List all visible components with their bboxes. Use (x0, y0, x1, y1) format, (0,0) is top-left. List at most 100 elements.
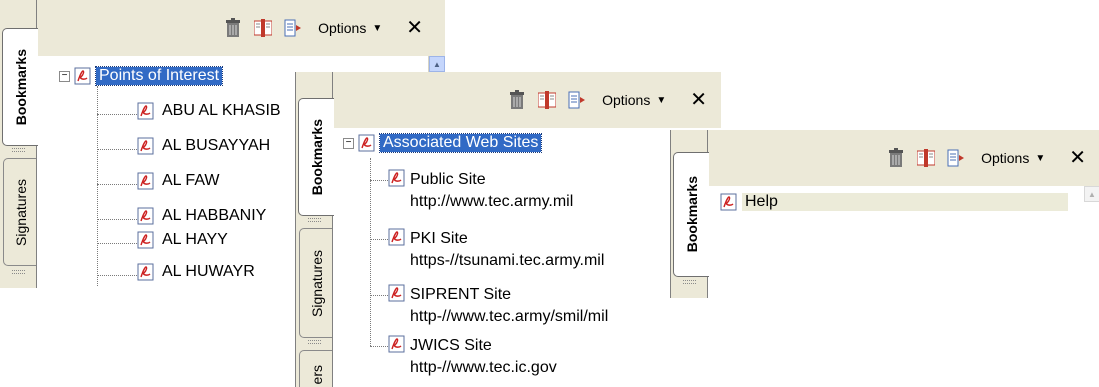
bookmark-item[interactable]: AL HAYY (137, 231, 231, 249)
chevron-down-icon: ▼ (656, 94, 667, 106)
tab-grip[interactable] (308, 218, 321, 222)
bookmark-item[interactable]: JWICS Site http-//www.tec.ic.gov (388, 335, 557, 379)
tab-bookmarks[interactable]: Bookmarks (673, 152, 709, 277)
trash-icon[interactable] (887, 148, 905, 168)
options-menu[interactable]: Options ▼ (602, 92, 666, 108)
tree-line (97, 149, 137, 150)
pdf-bookmark-icon (388, 335, 405, 353)
tab-layers[interactable]: ers (299, 350, 333, 387)
pdf-bookmark-icon (74, 67, 91, 85)
bookmark-goto-icon[interactable] (568, 90, 586, 110)
bookmark-item-label: AL HABBANIY (162, 207, 267, 224)
side-tab-strip: Bookmarks Signatures ers (296, 72, 334, 387)
panel-toolbar: Options ▼ ✕ (37, 0, 445, 56)
expander-minus-icon[interactable]: − (343, 137, 354, 149)
pdf-bookmark-icon (137, 102, 154, 120)
bookmark-item[interactable]: Help (720, 193, 1068, 211)
tab-grip[interactable] (683, 280, 696, 284)
tree-line (370, 346, 388, 347)
tab-bookmarks[interactable]: Bookmarks (298, 98, 334, 216)
pdf-bookmark-icon (137, 172, 154, 190)
tab-grip[interactable] (12, 270, 25, 274)
bookmark-item-title: PKI Site (410, 230, 468, 247)
close-icon[interactable]: ✕ (406, 18, 423, 38)
bookmark-item-label: ABU AL KHASIB (162, 102, 281, 119)
tab-bookmarks-label: Bookmarks (12, 48, 29, 126)
bookmark-item[interactable]: AL HABBANIY (137, 207, 269, 225)
tree-line (97, 243, 137, 244)
options-label: Options (981, 150, 1030, 166)
pdf-bookmark-icon (137, 263, 154, 281)
bookmark-root-label: Associated Web Sites (378, 133, 543, 153)
bookmark-item-url: http-//www.tec.army/smil/mil (410, 308, 609, 325)
bookmarks-panel-3: Bookmarks Options ▼ ✕ Help ▲ (670, 130, 1099, 298)
bookmark-tree: Help ▲ (708, 186, 1099, 298)
trash-icon[interactable] (508, 90, 526, 110)
tab-grip[interactable] (308, 340, 321, 344)
bookmark-goto-icon[interactable] (284, 18, 302, 38)
tree-line (97, 275, 137, 276)
vertical-scrollbar[interactable]: ▲ (1084, 186, 1099, 298)
tab-bookmarks-label: Bookmarks (683, 176, 700, 253)
tab-bookmarks[interactable]: Bookmarks (2, 28, 38, 146)
chevron-down-icon: ▼ (1035, 152, 1046, 164)
bookmark-goto-icon[interactable] (947, 148, 965, 168)
options-menu[interactable]: Options ▼ (318, 20, 382, 36)
tab-grip[interactable] (12, 148, 25, 152)
bookmarks-panel-2: Bookmarks Signatures ers Options ▼ ✕ − A… (295, 72, 721, 387)
pdf-bookmark-icon (358, 134, 375, 152)
bookmark-item-title: Public Site (410, 171, 486, 188)
bookmark-item[interactable]: PKI Site https-//tsunami.tec.army.mil (388, 228, 604, 272)
close-icon[interactable]: ✕ (690, 90, 707, 110)
bookmark-item[interactable]: ABU AL KHASIB (137, 102, 284, 120)
tab-signatures-label: Signatures (308, 249, 325, 317)
expander-minus-icon[interactable]: − (59, 70, 70, 82)
bookmark-item-url: http://www.tec.army.mil (410, 193, 574, 210)
bookmark-expand-icon[interactable] (917, 148, 936, 168)
scroll-up-icon[interactable]: ▲ (429, 56, 445, 72)
tab-bookmarks-label: Bookmarks (308, 118, 325, 196)
bookmark-expand-icon[interactable] (254, 18, 273, 38)
options-label: Options (318, 20, 367, 36)
bookmark-root-label: Points of Interest (94, 66, 224, 86)
tree-line (370, 295, 388, 296)
trash-icon[interactable] (224, 18, 242, 38)
tree-line (97, 219, 137, 220)
bookmark-item-label: AL FAW (162, 172, 220, 189)
panel-toolbar: Options ▼ ✕ (333, 72, 721, 128)
pdf-bookmark-icon (137, 207, 154, 225)
bookmark-item[interactable]: SIPRENT Site http-//www.tec.army/smil/mi… (388, 284, 608, 328)
panel-toolbar: Options ▼ ✕ (708, 130, 1099, 186)
bookmark-item-title: SIPRENT Site (410, 286, 512, 303)
side-tab-strip: Bookmarks (671, 130, 709, 298)
bookmark-item[interactable]: AL BUSAYYAH (137, 137, 273, 155)
tab-signatures[interactable]: Signatures (299, 228, 333, 338)
options-label: Options (602, 92, 651, 108)
bookmark-root[interactable]: − Points of Interest (59, 66, 224, 86)
bookmark-item-label: AL BUSAYYAH (162, 137, 271, 154)
pdf-bookmark-icon (720, 193, 737, 211)
bookmark-item-label: AL HUWAYR (162, 263, 255, 280)
tree-line (370, 180, 388, 181)
tree-line (370, 158, 371, 346)
pdf-bookmark-icon (137, 137, 154, 155)
pdf-bookmark-icon (388, 284, 405, 302)
scroll-up-icon[interactable]: ▲ (1084, 186, 1099, 202)
bookmark-item-label: AL HAYY (162, 231, 228, 248)
chevron-down-icon: ▼ (372, 22, 383, 34)
pdf-bookmark-icon (137, 231, 154, 249)
tree-line (97, 184, 137, 185)
tab-signatures[interactable]: Signatures (3, 158, 37, 266)
pdf-bookmark-icon (388, 228, 405, 246)
bookmark-item[interactable]: Public Site http://www.tec.army.mil (388, 169, 573, 213)
bookmark-root[interactable]: − Associated Web Sites (343, 133, 543, 153)
bookmark-item[interactable]: AL FAW (137, 172, 223, 190)
side-tab-strip: Bookmarks Signatures (0, 0, 38, 288)
bookmark-item[interactable]: AL HUWAYR (137, 263, 258, 281)
bookmark-tree: − Associated Web Sites Public Site http:… (333, 128, 721, 387)
bookmark-expand-icon[interactable] (538, 90, 557, 110)
close-icon[interactable]: ✕ (1069, 148, 1086, 168)
bookmark-item-url: https-//tsunami.tec.army.mil (410, 252, 605, 269)
tree-line (97, 86, 98, 286)
options-menu[interactable]: Options ▼ (981, 150, 1045, 166)
